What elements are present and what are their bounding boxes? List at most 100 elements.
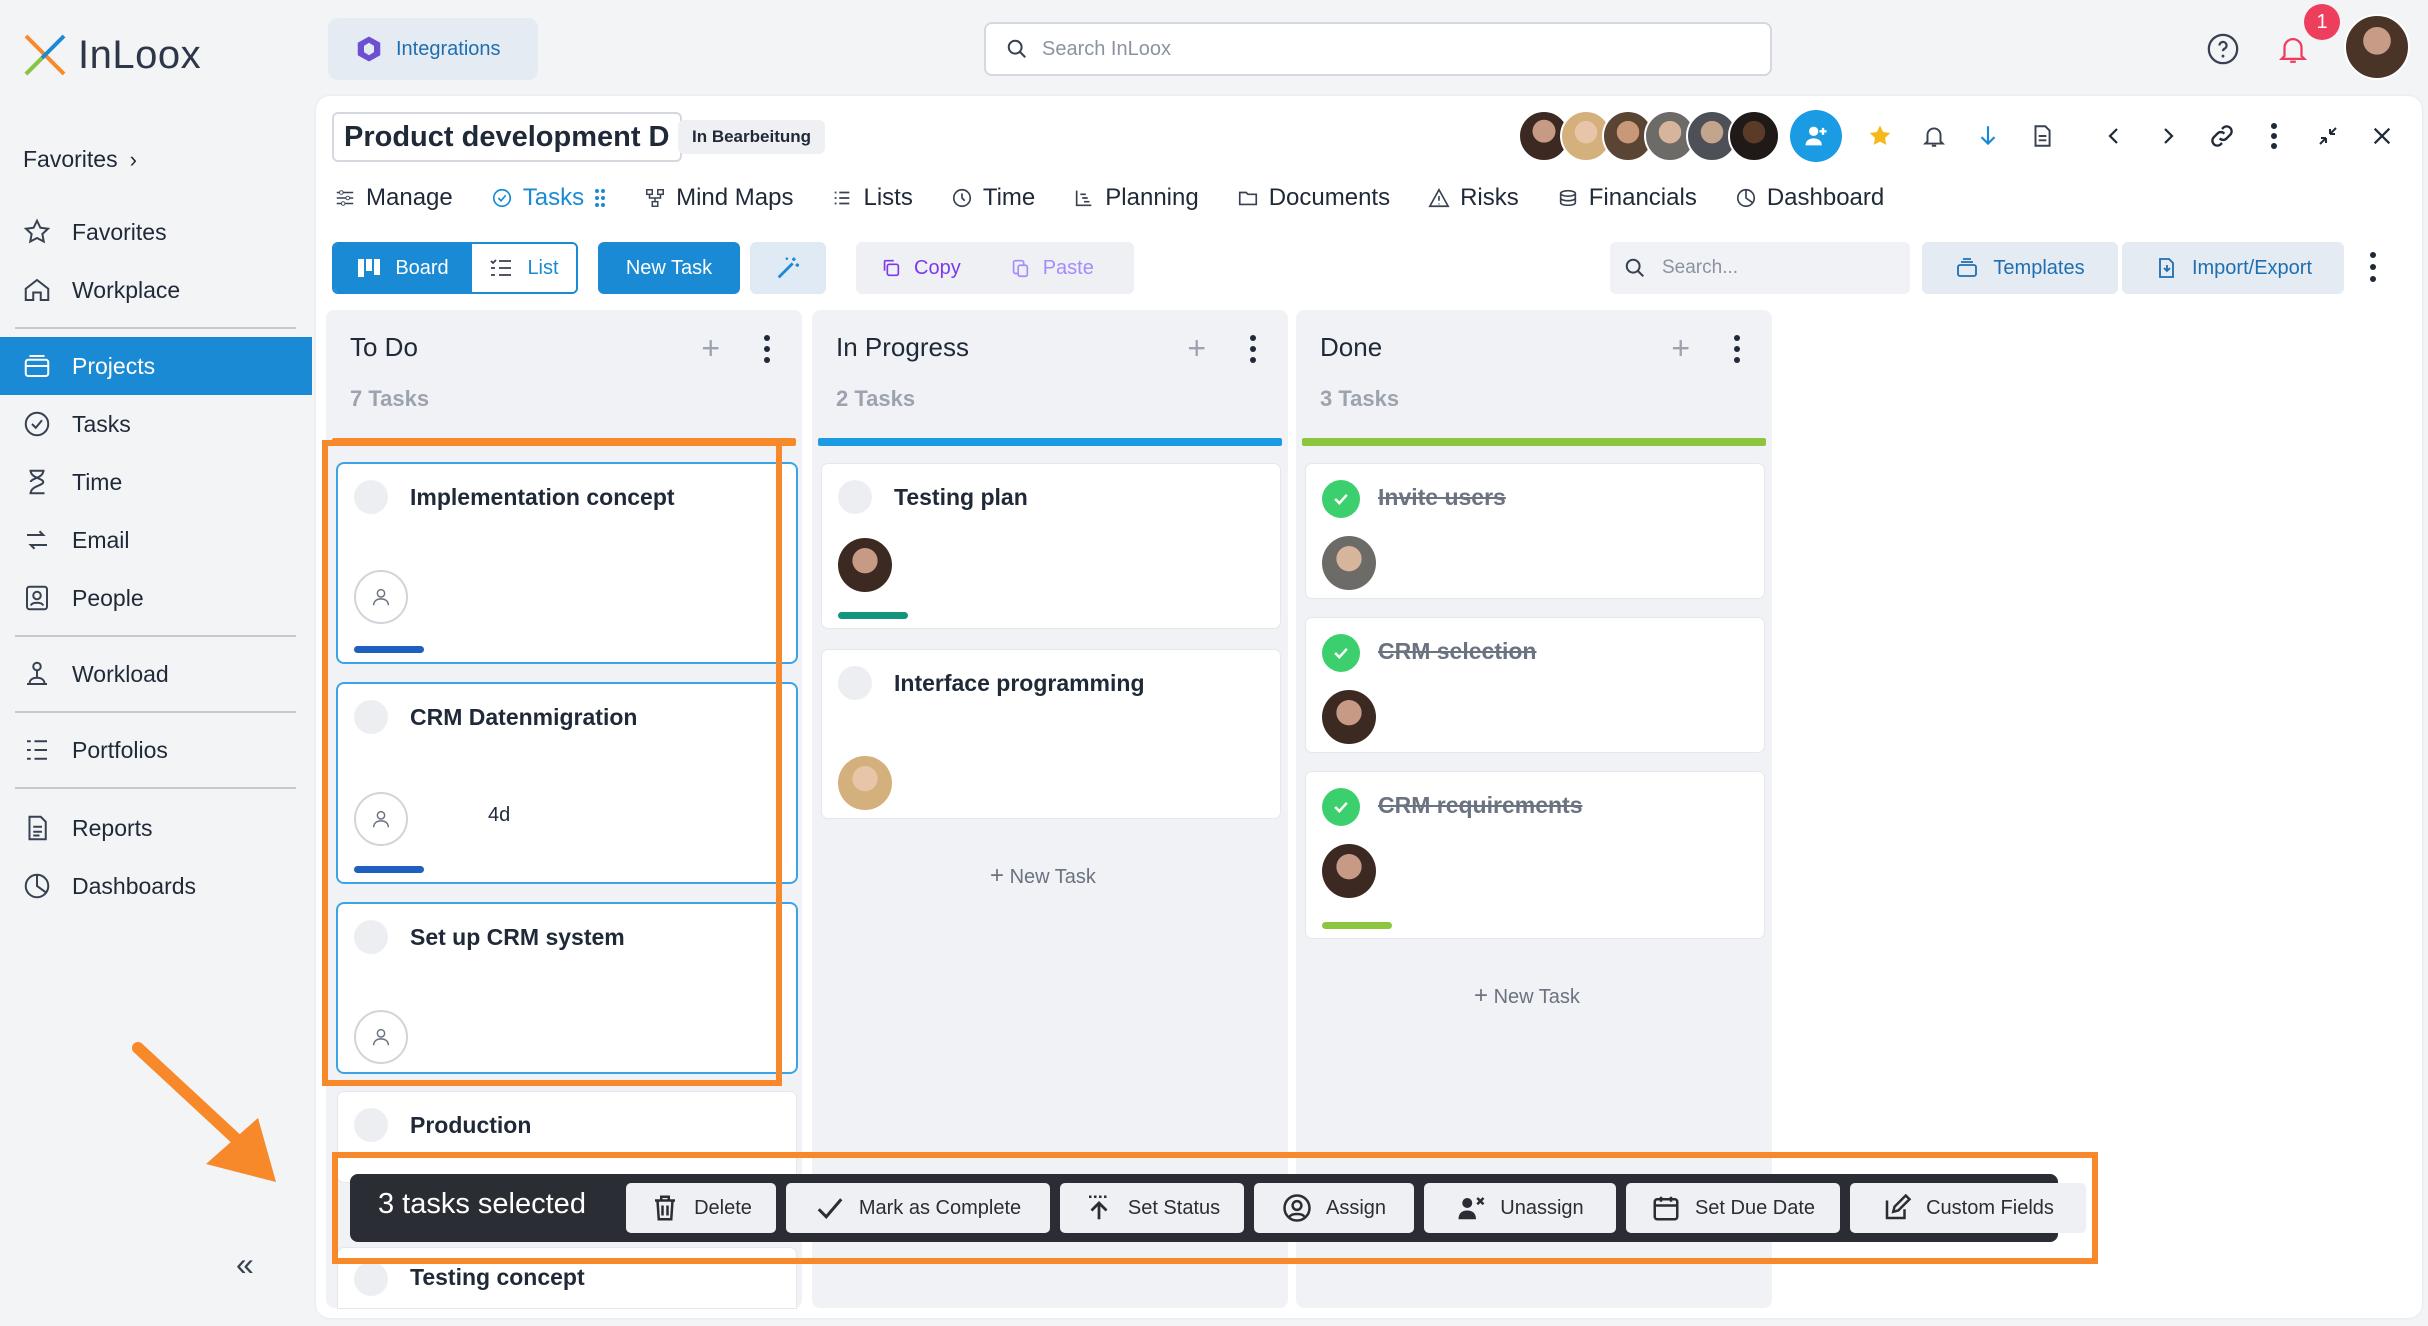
sidebar-item-portfolios[interactable]: Portfolios <box>0 721 312 779</box>
favorite-star-icon[interactable] <box>1862 118 1898 154</box>
complete-checkbox[interactable] <box>838 480 872 514</box>
drag-handle-icon <box>595 189 606 207</box>
sidebar-item-label: Workload <box>72 660 169 687</box>
download-arrow-icon[interactable] <box>1970 118 2006 154</box>
complete-checkbox[interactable] <box>354 1262 388 1296</box>
search-icon <box>1007 39 1026 58</box>
sidebar-item-favorites[interactable]: Favorites <box>0 203 312 261</box>
assignee-avatar[interactable] <box>1322 844 1376 898</box>
completed-check-icon[interactable] <box>1322 480 1360 518</box>
assignee-avatar[interactable] <box>838 756 892 810</box>
more-vertical-icon[interactable] <box>1248 334 1258 364</box>
task-card[interactable]: CRM requirements <box>1306 772 1764 938</box>
completed-check-icon[interactable] <box>1322 788 1360 826</box>
add-task-plus-icon[interactable]: + <box>1671 330 1690 367</box>
tab-lists[interactable]: Lists <box>831 180 913 216</box>
bell-icon[interactable] <box>1916 118 1952 154</box>
tab-risks[interactable]: Risks <box>1428 180 1519 216</box>
more-vertical-icon[interactable] <box>2368 250 2378 284</box>
tab-time[interactable]: Time <box>951 180 1035 216</box>
chevron-left-icon[interactable] <box>2096 118 2132 154</box>
templates-button[interactable]: Templates <box>1922 242 2118 294</box>
magic-wand-button[interactable] <box>750 242 826 294</box>
project-title[interactable]: Product development D <box>332 112 682 162</box>
sidebar-item-workplace[interactable]: Workplace <box>0 261 312 319</box>
unassign-button[interactable]: Unassign <box>1424 1183 1616 1233</box>
set-due-date-button[interactable]: Set Due Date <box>1626 1183 1840 1233</box>
tab-manage[interactable]: Manage <box>334 180 453 216</box>
paste-button[interactable]: Paste <box>961 257 1094 280</box>
new-task-button[interactable]: New Task <box>598 242 740 294</box>
sidebar-item-projects[interactable]: Projects <box>0 337 312 395</box>
collapse-sidebar-button[interactable]: « <box>236 1246 254 1283</box>
delete-button[interactable]: Delete <box>626 1183 776 1233</box>
complete-checkbox[interactable] <box>838 666 872 700</box>
add-task-plus-icon[interactable]: + <box>701 330 720 367</box>
board-view-button[interactable]: Board <box>334 244 472 292</box>
mark-complete-button[interactable]: Mark as Complete <box>786 1183 1050 1233</box>
clock-icon <box>952 188 971 208</box>
completed-check-icon[interactable] <box>1322 634 1360 672</box>
tab-tasks[interactable]: Tasks <box>491 180 606 216</box>
global-search-input[interactable]: Search InLoox <box>984 22 1772 76</box>
assignee-avatar[interactable] <box>1322 536 1376 590</box>
set-status-button[interactable]: Set Status <box>1060 1183 1244 1233</box>
help-icon[interactable] <box>2206 32 2240 66</box>
app-logo[interactable]: InLoox <box>22 32 201 78</box>
import-export-button[interactable]: Import/Export <box>2122 242 2344 294</box>
sidebar-item-tasks[interactable]: Tasks <box>0 395 312 453</box>
sidebar-item-workload[interactable]: Workload <box>0 645 312 703</box>
tab-financials[interactable]: Financials <box>1557 180 1697 216</box>
more-vertical-icon[interactable] <box>2256 118 2292 154</box>
project-status-badge[interactable]: In Bearbeitung <box>678 120 826 154</box>
sliders-icon <box>336 190 354 206</box>
sidebar-item-people[interactable]: People <box>0 569 312 627</box>
tab-documents[interactable]: Documents <box>1237 180 1390 216</box>
email-sync-icon <box>27 530 47 550</box>
column-title: Done <box>1320 332 1383 362</box>
more-vertical-icon[interactable] <box>1732 334 1742 364</box>
user-avatar[interactable] <box>2344 14 2410 80</box>
chevron-right-icon[interactable] <box>2150 118 2186 154</box>
custom-fields-label: Custom Fields <box>1926 1196 2054 1219</box>
sidebar-item-dashboards[interactable]: Dashboards <box>0 857 312 915</box>
team-avatar[interactable] <box>1728 110 1780 162</box>
collapse-window-icon[interactable] <box>2310 118 2346 154</box>
tab-mind-maps[interactable]: Mind Maps <box>644 180 793 216</box>
custom-fields-button[interactable]: Custom Fields <box>1850 1183 2086 1233</box>
sidebar-item-email[interactable]: Email <box>0 511 312 569</box>
document-icon[interactable] <box>2024 118 2060 154</box>
sidebar-item-label: Workplace <box>72 276 181 303</box>
copy-button[interactable]: Copy <box>856 257 961 280</box>
add-member-button[interactable] <box>1790 110 1842 162</box>
plus-icon: + <box>990 862 1005 889</box>
add-task-plus-icon[interactable]: + <box>1187 330 1206 367</box>
app-name: InLoox <box>78 32 202 77</box>
task-card[interactable]: CRM selection <box>1306 618 1764 752</box>
notifications-bell-icon[interactable] <box>2276 32 2310 66</box>
list-view-button[interactable]: List <box>472 244 576 292</box>
assignee-avatar[interactable] <box>1322 690 1376 744</box>
assign-label: Assign <box>1325 1196 1387 1219</box>
complete-checkbox[interactable] <box>354 1108 388 1142</box>
task-card[interactable]: Invite users <box>1306 464 1764 598</box>
assignee-avatar[interactable] <box>838 538 892 592</box>
view-switch: Board List <box>332 242 578 294</box>
sidebar-item-label: Dashboards <box>72 872 197 899</box>
new-task-link[interactable]: + New Task <box>1474 982 1580 1010</box>
task-card[interactable]: Interface programming <box>822 650 1280 818</box>
sidebar-item-time[interactable]: Time <box>0 453 312 511</box>
new-task-link[interactable]: + New Task <box>990 862 1096 890</box>
favorites-header[interactable]: Favorites › <box>23 146 137 173</box>
board-search-input[interactable]: Search... <box>1610 242 1910 294</box>
report-icon <box>28 815 47 841</box>
tab-planning[interactable]: Planning <box>1073 180 1199 216</box>
sidebar-item-reports[interactable]: Reports <box>0 799 312 857</box>
task-card[interactable]: Testing plan <box>822 464 1280 628</box>
more-vertical-icon[interactable] <box>762 334 772 364</box>
close-icon[interactable] <box>2364 118 2400 154</box>
integrations-button[interactable]: Integrations <box>328 18 538 80</box>
assign-button[interactable]: Assign <box>1254 1183 1414 1233</box>
tab-dashboard[interactable]: Dashboard <box>1735 180 1884 216</box>
link-icon[interactable] <box>2204 118 2240 154</box>
